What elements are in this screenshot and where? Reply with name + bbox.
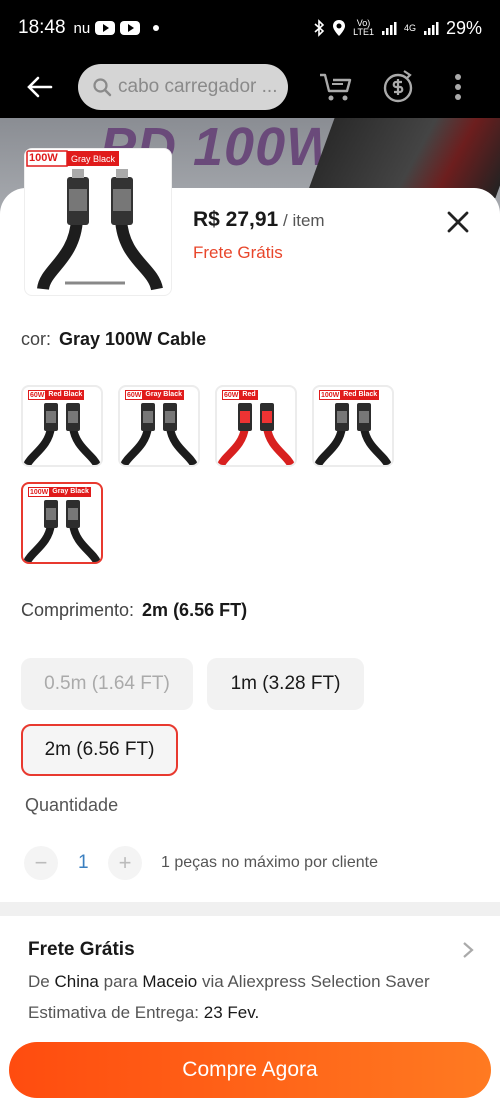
nubank-icon: nu bbox=[73, 19, 91, 37]
minus-icon: − bbox=[34, 850, 48, 875]
volte-label: Vo) LTE1 bbox=[353, 18, 374, 37]
swatch-color: Gray Black bbox=[143, 390, 184, 400]
color-value: Gray 100W Cable bbox=[59, 329, 207, 349]
status-bar: 18:48 nu Vo) LTE1 4G 29% bbox=[0, 0, 500, 56]
shipping-origin: China bbox=[54, 972, 99, 991]
delivery-estimate-label: Estimativa de Entrega: bbox=[28, 1003, 200, 1022]
section-divider bbox=[0, 902, 500, 916]
search-icon bbox=[93, 78, 112, 97]
swatch-color: Gray Black bbox=[50, 487, 91, 497]
coins-button[interactable] bbox=[378, 67, 418, 107]
length-value: 2m (6.56 FT) bbox=[142, 600, 248, 620]
length-option-label: 0.5m (1.64 FT) bbox=[44, 673, 170, 694]
free-shipping-label: Frete Grátis bbox=[193, 243, 283, 262]
chevron-right-icon[interactable] bbox=[458, 940, 478, 960]
top-header: cabo carregador ... bbox=[0, 56, 500, 118]
length-label: Comprimento: bbox=[21, 600, 135, 620]
swatch-watt: 100W bbox=[319, 390, 342, 400]
color-option-2[interactable]: 60W Red bbox=[215, 385, 297, 467]
signal-icon-2 bbox=[423, 22, 439, 35]
thumb-color-tag: Gray Black bbox=[71, 154, 116, 164]
swatch-color: Red Black bbox=[341, 390, 380, 400]
more-notifications-icon bbox=[153, 25, 160, 31]
delivery-estimate: Estimativa de Entrega: 23 Fev. bbox=[28, 1003, 259, 1023]
more-icon bbox=[455, 74, 461, 100]
length-option-2m[interactable]: 2m (6.56 FT) bbox=[21, 724, 178, 776]
quantity-label: Quantidade bbox=[25, 795, 119, 815]
swatch-color: Red Black bbox=[46, 390, 85, 400]
status-right: Vo) LTE1 4G 29% bbox=[313, 18, 482, 39]
shipping-title[interactable]: Frete Grátis bbox=[28, 939, 135, 961]
youtube-icon-2 bbox=[120, 21, 141, 35]
search-placeholder: cabo carregador ... bbox=[118, 76, 278, 97]
close-icon bbox=[447, 211, 469, 233]
swatch-tag: 100W Gray Black bbox=[28, 487, 91, 497]
swatch-tag: 60W Red Black bbox=[28, 390, 85, 400]
shipping-to-word: para bbox=[103, 972, 138, 991]
location-icon bbox=[333, 20, 346, 36]
plus-icon: + bbox=[118, 850, 132, 875]
notification-icons: nu bbox=[74, 20, 160, 37]
coin-icon bbox=[383, 70, 413, 103]
shipping-from-word: De bbox=[28, 972, 50, 991]
length-option-label: 1m (3.28 FT) bbox=[230, 673, 341, 694]
banner-cable-graphic bbox=[305, 118, 500, 198]
swatch-watt: 60W bbox=[125, 390, 144, 400]
length-label-row: Comprimento: 2m (6.56 FT) bbox=[21, 600, 247, 621]
swatch-tag: 60W Gray Black bbox=[125, 390, 184, 400]
network-type-label: 4G bbox=[403, 22, 416, 33]
buy-now-button[interactable]: Compre Agora bbox=[9, 1042, 491, 1098]
color-option-3[interactable]: 100W Red Black bbox=[312, 385, 394, 467]
quantity-increase-button[interactable]: + bbox=[108, 846, 142, 880]
bluetooth-icon bbox=[314, 19, 325, 37]
quantity-decrease-button[interactable]: − bbox=[24, 846, 58, 880]
signal-icon bbox=[381, 22, 397, 35]
swatch-tag: 100W Red Black bbox=[319, 390, 380, 400]
cable-product-image bbox=[26, 150, 163, 291]
swatch-watt: 100W bbox=[28, 487, 51, 497]
quantity-limit-note: 1 peças no máximo por cliente bbox=[161, 854, 378, 871]
color-option-4[interactable]: 100W Gray Black bbox=[21, 482, 103, 564]
back-arrow-icon bbox=[27, 76, 53, 98]
color-label-row: cor: Gray 100W Cable bbox=[21, 329, 206, 350]
swatch-tag: 60W Red bbox=[222, 390, 258, 400]
buy-now-label: Compre Agora bbox=[182, 1058, 318, 1081]
swatch-watt: 60W bbox=[28, 390, 47, 400]
quantity-value[interactable]: 1 bbox=[78, 852, 89, 874]
shipping-destination: Maceio bbox=[142, 972, 198, 991]
cart-icon bbox=[320, 73, 352, 101]
color-option-1[interactable]: 60W Gray Black bbox=[118, 385, 200, 467]
screen: 18:48 nu Vo) LTE1 4G 29% cabo carregador… bbox=[0, 0, 500, 1111]
length-option-0-5m[interactable]: 0.5m (1.64 FT) bbox=[21, 658, 193, 710]
thumb-watt-tag: 100W bbox=[29, 152, 58, 164]
length-option-label: 2m (6.56 FT) bbox=[44, 739, 155, 760]
length-option-1m[interactable]: 1m (3.28 FT) bbox=[207, 658, 364, 710]
battery-percent: 29% bbox=[445, 17, 482, 38]
price-unit: / item bbox=[283, 211, 325, 230]
more-options-button[interactable] bbox=[438, 67, 478, 107]
product-thumbnail[interactable]: 100W Gray Black bbox=[24, 148, 172, 296]
color-option-0[interactable]: 60W Red Black bbox=[21, 385, 103, 467]
shipping-route: De China para Maceio via Aliexpress Sele… bbox=[28, 972, 430, 992]
shipping-method: via Aliexpress Selection Saver bbox=[201, 972, 430, 991]
status-time: 18:48 bbox=[18, 17, 66, 38]
cart-button[interactable] bbox=[316, 67, 356, 107]
swatch-watt: 60W bbox=[222, 390, 241, 400]
product-price: R$ 27,91 bbox=[193, 208, 279, 231]
youtube-icon bbox=[95, 21, 116, 35]
color-label: cor: bbox=[21, 329, 52, 349]
swatch-color: Red bbox=[240, 390, 258, 400]
back-button[interactable] bbox=[20, 67, 60, 107]
delivery-estimate-date: 23 Fev. bbox=[203, 1003, 260, 1022]
close-button[interactable] bbox=[444, 208, 472, 236]
search-input[interactable]: cabo carregador ... bbox=[78, 64, 288, 110]
